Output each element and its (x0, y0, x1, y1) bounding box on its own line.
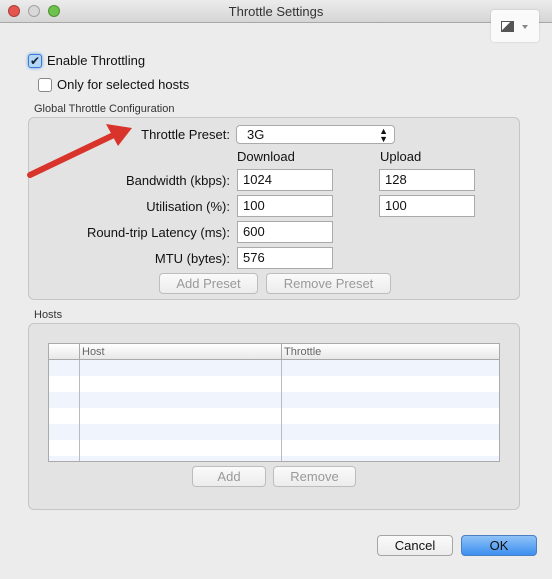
preset-value: 3G (247, 127, 265, 142)
hosts-title: Hosts (34, 309, 63, 321)
enable-throttling-checkbox[interactable]: ✔ (28, 54, 42, 68)
column-header-throttle[interactable]: Throttle (281, 344, 499, 360)
window-title: Throttle Settings (228, 4, 324, 19)
image-icon (501, 21, 514, 32)
utilisation-label: Utilisation (%): (146, 199, 230, 214)
upload-header: Upload (380, 149, 422, 164)
table-row[interactable] (49, 424, 499, 440)
minimize-button[interactable] (28, 5, 40, 17)
table-row[interactable] (49, 360, 499, 376)
only-selected-hosts-checkbox[interactable] (38, 78, 52, 92)
updown-icon: ▲ ▼ (379, 126, 388, 144)
cancel-button[interactable]: Cancel (377, 535, 453, 556)
close-button[interactable] (8, 5, 20, 17)
download-header: Download (237, 149, 295, 164)
zoom-button[interactable] (48, 5, 60, 17)
column-header-index[interactable] (49, 344, 79, 360)
ok-button[interactable]: OK (461, 535, 537, 556)
only-selected-hosts-label: Only for selected hosts (57, 77, 190, 92)
mtu-input[interactable]: 576 (237, 247, 333, 269)
table-row[interactable] (49, 392, 499, 408)
add-host-button[interactable]: Add (192, 466, 266, 487)
remove-host-button[interactable]: Remove (273, 466, 356, 487)
utilisation-download-input[interactable]: 100 (237, 195, 333, 217)
latency-input[interactable]: 600 (237, 221, 333, 243)
throttle-preset-select[interactable]: 3G ▲ ▼ (236, 125, 395, 144)
red-arrow-annotation (27, 124, 132, 178)
bandwidth-upload-input[interactable]: 128 (379, 169, 475, 191)
latency-label: Round-trip Latency (ms): (86, 225, 230, 240)
column-header-host[interactable]: Host (79, 344, 281, 360)
add-preset-button[interactable]: Add Preset (159, 273, 258, 294)
enable-throttling-label: Enable Throttling (47, 53, 146, 68)
remove-preset-button[interactable]: Remove Preset (266, 273, 391, 294)
title-bar: Throttle Settings (0, 0, 552, 23)
global-config-title: Global Throttle Configuration (34, 103, 175, 115)
utilisation-upload-input[interactable]: 100 (379, 195, 475, 217)
image-menu-button[interactable] (491, 10, 539, 42)
mtu-label: MTU (bytes): (154, 251, 230, 266)
bandwidth-download-input[interactable]: 1024 (237, 169, 333, 191)
table-row[interactable] (49, 456, 499, 461)
hosts-table[interactable]: Host Throttle (48, 343, 500, 462)
chevron-down-icon (522, 25, 528, 29)
